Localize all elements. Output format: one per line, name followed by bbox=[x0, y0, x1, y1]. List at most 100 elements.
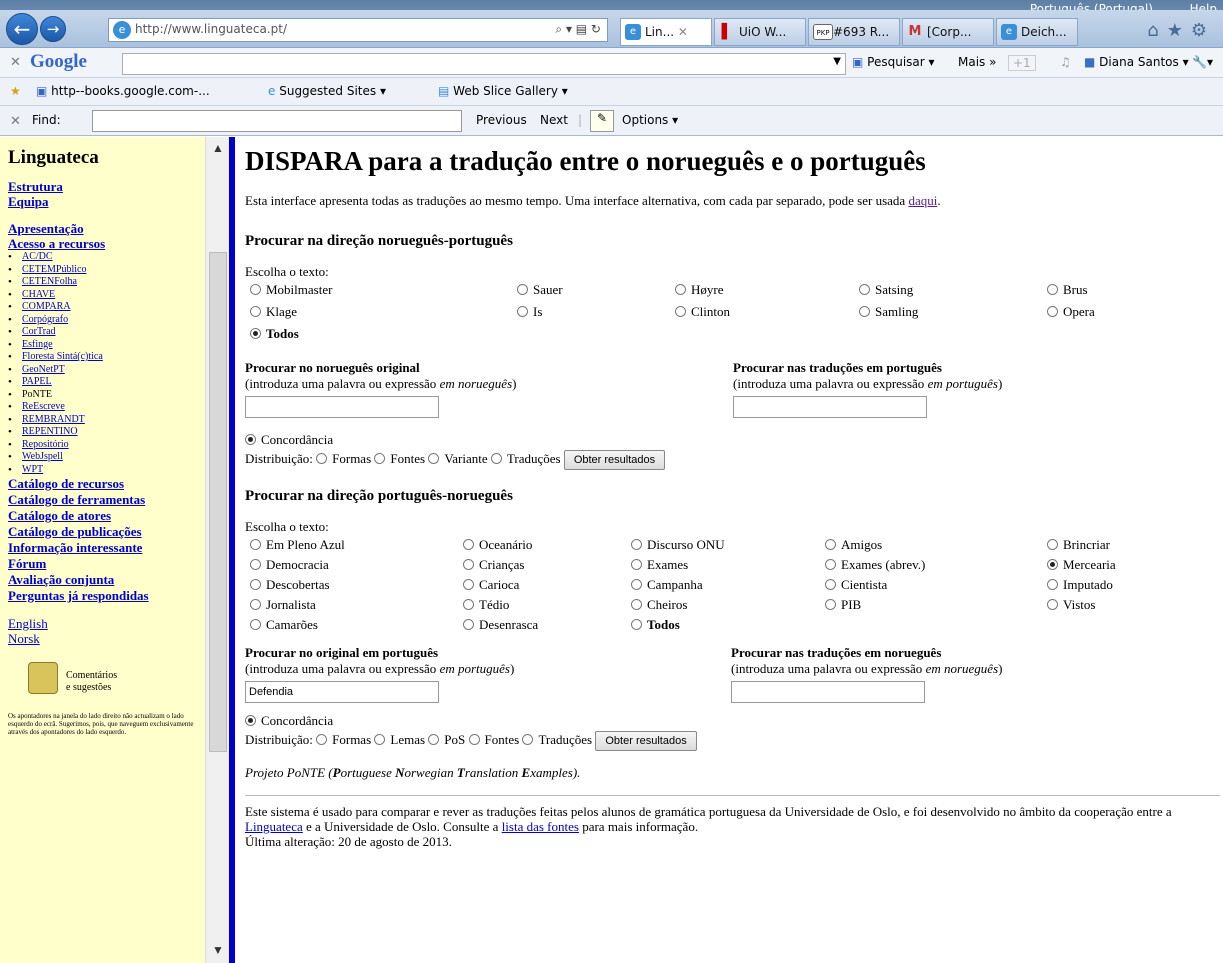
radio-icon[interactable] bbox=[631, 619, 642, 630]
link-reescreve[interactable]: ReEscreve bbox=[22, 401, 65, 412]
radio-icon[interactable] bbox=[463, 539, 474, 550]
radio-campanha[interactable]: Campanha bbox=[631, 577, 703, 593]
radio-formas[interactable]: Formas bbox=[316, 451, 371, 466]
radio-criancas[interactable]: Crianças bbox=[463, 557, 524, 573]
radio-cheiros[interactable]: Cheiros bbox=[631, 597, 687, 613]
find-input[interactable] bbox=[92, 110, 462, 132]
radio-is[interactable]: Is bbox=[517, 304, 542, 320]
radio-icon[interactable] bbox=[517, 284, 528, 295]
radio-icon[interactable] bbox=[463, 559, 474, 570]
radio-icon[interactable] bbox=[250, 539, 261, 550]
radio-brincriar[interactable]: Brincriar bbox=[1047, 537, 1110, 553]
wrench-icon[interactable]: 🔧▾ bbox=[1192, 55, 1213, 69]
radio-icon[interactable] bbox=[522, 733, 534, 745]
radio-icon[interactable] bbox=[250, 559, 261, 570]
radio-sauer[interactable]: Sauer bbox=[517, 282, 563, 298]
radio-lemas[interactable]: Lemas bbox=[374, 732, 425, 747]
radio-cientista[interactable]: Cientista bbox=[825, 577, 887, 593]
radio-checked-icon[interactable] bbox=[250, 328, 261, 339]
radio-em-pleno-azul[interactable]: Em Pleno Azul bbox=[250, 537, 345, 553]
link-informacao[interactable]: Informação interessante bbox=[8, 540, 205, 556]
link-repentino[interactable]: REPENTINO bbox=[22, 426, 78, 437]
link-apresentacao[interactable]: Apresentação bbox=[8, 221, 205, 236]
radio-icon[interactable] bbox=[631, 599, 642, 610]
radio-mobilmaster[interactable]: Mobilmaster bbox=[250, 282, 332, 298]
find-next-button[interactable]: Next bbox=[540, 113, 568, 127]
radio-pib[interactable]: PIB bbox=[825, 597, 861, 613]
close-find-icon[interactable]: ✕ bbox=[10, 114, 21, 129]
radio-exames-abrev[interactable]: Exames (abrev.) bbox=[825, 557, 925, 573]
link-catalogo-atores[interactable]: Catálogo de atores bbox=[8, 508, 205, 524]
link-norsk[interactable]: Norsk bbox=[8, 631, 205, 646]
radio-icon[interactable] bbox=[631, 579, 642, 590]
address-controls-icon[interactable]: ⌕ ▾ ▤ ↻ bbox=[555, 22, 601, 37]
radio-icon[interactable] bbox=[374, 452, 386, 464]
highlight-icon[interactable]: ✎ bbox=[590, 110, 614, 132]
radio-exames[interactable]: Exames bbox=[631, 557, 688, 573]
link-linguateca[interactable]: Linguateca bbox=[245, 819, 303, 834]
link-repositorio[interactable]: Repositório bbox=[22, 439, 69, 450]
radio-jornalista[interactable]: Jornalista bbox=[250, 597, 316, 613]
radio-icon[interactable] bbox=[859, 284, 870, 295]
bell-icon[interactable]: ♫ bbox=[1060, 55, 1071, 69]
link-corpografo[interactable]: Corpógrafo bbox=[22, 314, 68, 325]
radio-icon[interactable] bbox=[675, 306, 686, 317]
radio-discurso-onu[interactable]: Discurso ONU bbox=[631, 537, 725, 553]
home-favorites-tools-icons[interactable]: ⌂★⚙ bbox=[1147, 20, 1215, 41]
fav-suggested-sites[interactable]: e Suggested Sites ▾ bbox=[268, 84, 386, 98]
link-english[interactable]: English bbox=[8, 616, 205, 631]
radio-icon[interactable] bbox=[428, 733, 440, 745]
radio-icon[interactable] bbox=[250, 619, 261, 630]
search-norwegian-translation-input[interactable] bbox=[731, 681, 925, 703]
favorites-star-icon[interactable]: ★ bbox=[10, 84, 21, 98]
fav-books-google[interactable]: ▣ http--books.google.com-... bbox=[36, 84, 210, 98]
user-account[interactable]: ■ Diana Santos ▾ bbox=[1084, 55, 1189, 69]
radio-icon[interactable] bbox=[316, 452, 328, 464]
radio-icon[interactable] bbox=[490, 452, 502, 464]
concordance-option[interactable]: Concordância bbox=[245, 432, 1220, 448]
more-button[interactable]: Mais » bbox=[958, 55, 996, 69]
radio-icon[interactable] bbox=[1047, 599, 1058, 610]
radio-vistos[interactable]: Vistos bbox=[1047, 597, 1095, 613]
radio-icon[interactable] bbox=[1047, 539, 1058, 550]
radio-icon[interactable] bbox=[250, 599, 261, 610]
radio-mercearia[interactable]: Mercearia bbox=[1047, 557, 1116, 573]
radio-variante[interactable]: Variante bbox=[428, 451, 488, 466]
link-avaliacao[interactable]: Avaliação conjunta bbox=[8, 572, 205, 588]
radio-camaroes[interactable]: Camarões bbox=[250, 617, 318, 633]
radio-icon[interactable] bbox=[250, 306, 261, 317]
link-geonetpt[interactable]: GeoNetPT bbox=[22, 364, 65, 375]
radio-formas-2[interactable]: Formas bbox=[316, 732, 371, 747]
radio-icon[interactable] bbox=[631, 559, 642, 570]
radio-icon[interactable] bbox=[250, 284, 261, 295]
link-daqui[interactable]: daqui bbox=[908, 193, 937, 208]
close-tab-icon[interactable]: ✕ bbox=[678, 25, 688, 39]
radio-icon[interactable] bbox=[859, 306, 870, 317]
radio-icon[interactable] bbox=[1047, 579, 1058, 590]
link-lista-fontes[interactable]: lista das fontes bbox=[502, 819, 579, 834]
tab-uio[interactable]: ▌ UiO W... bbox=[714, 18, 806, 46]
tab-gmail[interactable]: M [Corp... bbox=[902, 18, 994, 46]
radio-tedio[interactable]: Tédio bbox=[463, 597, 509, 613]
radio-icon[interactable] bbox=[374, 733, 386, 745]
radio-icon[interactable] bbox=[316, 733, 328, 745]
link-acdc[interactable]: AC/DC bbox=[22, 251, 53, 262]
fav-web-slice-gallery[interactable]: ▤ Web Slice Gallery ▾ bbox=[438, 84, 568, 98]
radio-fontes-2[interactable]: Fontes bbox=[468, 732, 519, 747]
google-search-button[interactable]: ▣ Pesquisar ▾ bbox=[852, 55, 935, 69]
link-chave[interactable]: CHAVE bbox=[22, 289, 55, 300]
radio-icon[interactable] bbox=[1047, 284, 1058, 295]
radio-icon[interactable] bbox=[517, 306, 528, 317]
comments-link[interactable]: Comentários e sugestões bbox=[8, 662, 205, 700]
scroll-thumb[interactable] bbox=[209, 252, 227, 752]
radio-amigos[interactable]: Amigos bbox=[825, 537, 882, 553]
radio-hoyre[interactable]: Høyre bbox=[675, 282, 724, 298]
link-floresta[interactable]: Floresta Sintá(c)tica bbox=[22, 351, 103, 362]
radio-traducoes-2[interactable]: Traduções bbox=[522, 732, 592, 747]
radio-icon[interactable] bbox=[825, 539, 836, 550]
link-forum[interactable]: Fórum bbox=[8, 556, 205, 572]
radio-fontes[interactable]: Fontes bbox=[374, 451, 425, 466]
radio-todos-2[interactable]: Todos bbox=[631, 617, 680, 633]
link-papel[interactable]: PAPEL bbox=[22, 376, 52, 387]
link-equipa[interactable]: Equipa bbox=[8, 194, 205, 209]
